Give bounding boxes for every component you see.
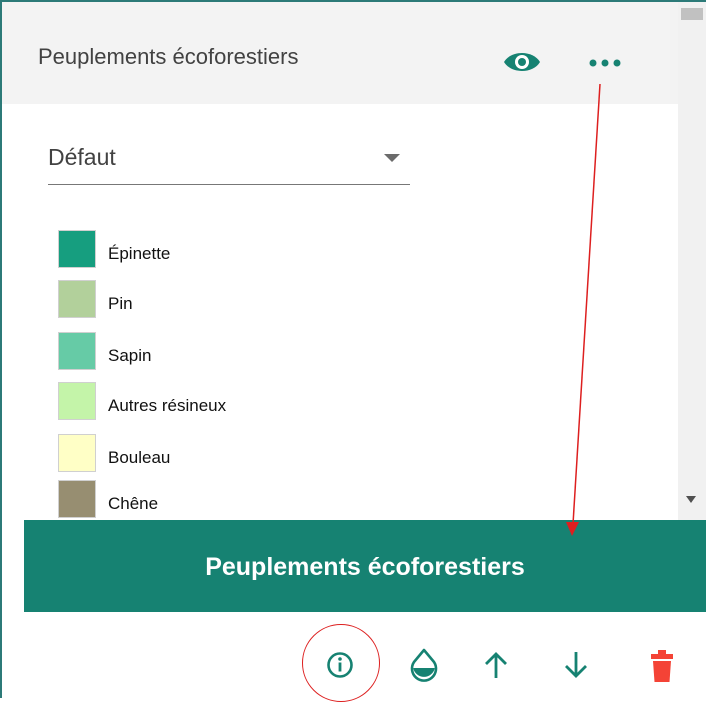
layer-header: Peuplements écoforestiers [2,2,678,104]
style-select[interactable]: Défaut [48,130,410,185]
arrow-up-icon[interactable] [476,642,516,688]
legend-label: Pin [108,294,133,313]
legend-swatch [58,230,96,268]
dropdown-arrow-icon[interactable] [384,154,400,162]
legend-swatch [58,480,96,518]
scrollbar-thumb[interactable] [681,8,703,20]
info-icon[interactable] [320,642,360,688]
style-select-value: Défaut [48,144,116,170]
scrollbar[interactable] [678,2,706,520]
legend-item: Sapin [58,332,458,372]
legend-swatch [58,280,96,318]
legend-item: Pin [58,280,458,320]
legend-label: Bouleau [108,448,171,467]
legend-label: Chêne [108,494,159,513]
more-horizontal-icon[interactable] [587,54,623,72]
trash-icon[interactable] [642,642,682,688]
layer-title: Peuplements écoforestiers [38,44,299,69]
legend-list: Épinette Pin Sapin Autres résineux Boule… [58,230,458,520]
legend-item: Bouleau [58,434,458,474]
arrow-down-icon[interactable] [556,642,596,688]
layer-title-banner: Peuplements écoforestiers [24,520,706,612]
legend-item: Épinette [58,230,458,270]
opacity-icon[interactable] [404,642,444,688]
legend-label: Autres résineux [108,396,227,415]
legend-item: Chêne [58,480,458,520]
legend-label: Sapin [108,346,152,365]
scroll-down-arrow-icon[interactable] [686,496,696,503]
eye-icon[interactable] [502,48,542,76]
legend-swatch [58,382,96,420]
legend-item: Autres résineux [58,382,458,422]
banner-title: Peuplements écoforestiers [205,553,525,581]
legend-label: Épinette [108,244,171,263]
legend-swatch [58,332,96,370]
legend-swatch [58,434,96,472]
